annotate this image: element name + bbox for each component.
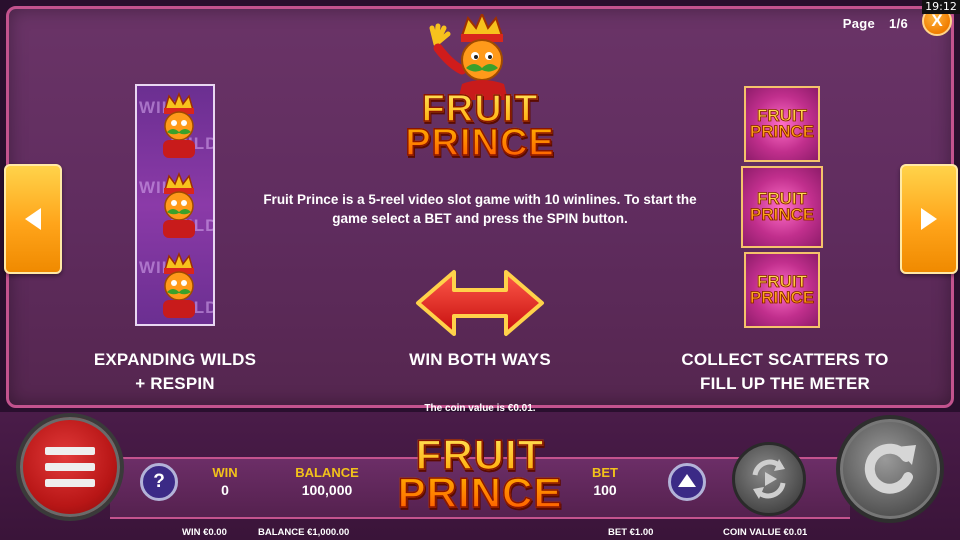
bet-increase-button[interactable] [668, 463, 706, 501]
autoplay-button[interactable] [732, 442, 806, 516]
previous-page-button[interactable] [4, 164, 62, 274]
bet-label: BET [592, 465, 618, 480]
page-label: Page [842, 16, 876, 31]
bottom-game-logo: FRUIT PRINCE [395, 433, 565, 514]
logo-line2: PRINCE [404, 122, 555, 165]
win-label: WIN [212, 465, 238, 480]
game-description: Fruit Prince is a 5-reel video slot game… [263, 192, 697, 226]
win-display: WIN 0 [195, 465, 255, 498]
system-clock: 19:12 [922, 0, 960, 14]
prince-symbol-icon [163, 252, 195, 318]
bet-value: 100 [593, 482, 617, 498]
footer-coin-value: COIN VALUE €0.01 [723, 527, 808, 538]
feature-caption-scatters: COLLECT SCATTERS TO FILL UP THE METER [681, 350, 889, 393]
menu-button[interactable] [16, 413, 124, 521]
spin-button[interactable] [836, 415, 944, 523]
autoplay-icon [752, 459, 786, 499]
footer-balance: BALANCE €1,000.00 [258, 527, 350, 538]
logo-line1: FRUIT [421, 88, 539, 130]
balance-display: BALANCE 100,000 [282, 465, 372, 498]
expanding-wild-reel: WILD WILD WILD WILD WILD WILD [135, 84, 215, 326]
page-indicator: Page 1/6 [843, 16, 908, 31]
bet-display: BET 100 [575, 465, 635, 498]
spin-icon [864, 443, 916, 494]
close-icon: X [931, 11, 943, 30]
balance-value: 100,000 [301, 482, 353, 498]
bet-up-icon [678, 474, 696, 487]
scatter-symbol: FRUIT PRINCE [744, 86, 820, 162]
help-button[interactable]: ? [140, 463, 178, 501]
feature-caption-both-ways: WIN BOTH WAYS [409, 350, 551, 369]
footer-win: WIN €0.00 [182, 527, 227, 538]
help-icon: ? [153, 471, 165, 492]
prince-symbol-icon [163, 172, 195, 238]
balance-label: BALANCE [295, 465, 359, 480]
scatter-symbol: FRUIT PRINCE [744, 252, 820, 328]
arrow-left-icon [25, 208, 41, 230]
next-page-button[interactable] [900, 164, 958, 274]
double-arrow-icon [416, 270, 544, 336]
page-number: 1/6 [889, 16, 908, 31]
arrow-right-icon [921, 208, 937, 230]
game-logo: FRUIT PRINCE [400, 88, 560, 165]
footer-bet: BET €1.00 [608, 527, 654, 538]
scatter-symbol: FRUIT PRINCE [741, 166, 823, 248]
win-value: 0 [221, 482, 229, 498]
feature-caption-wilds: EXPANDING WILDS + RESPIN [93, 350, 257, 393]
prince-symbol-icon [163, 92, 195, 158]
menu-icon [45, 447, 95, 455]
